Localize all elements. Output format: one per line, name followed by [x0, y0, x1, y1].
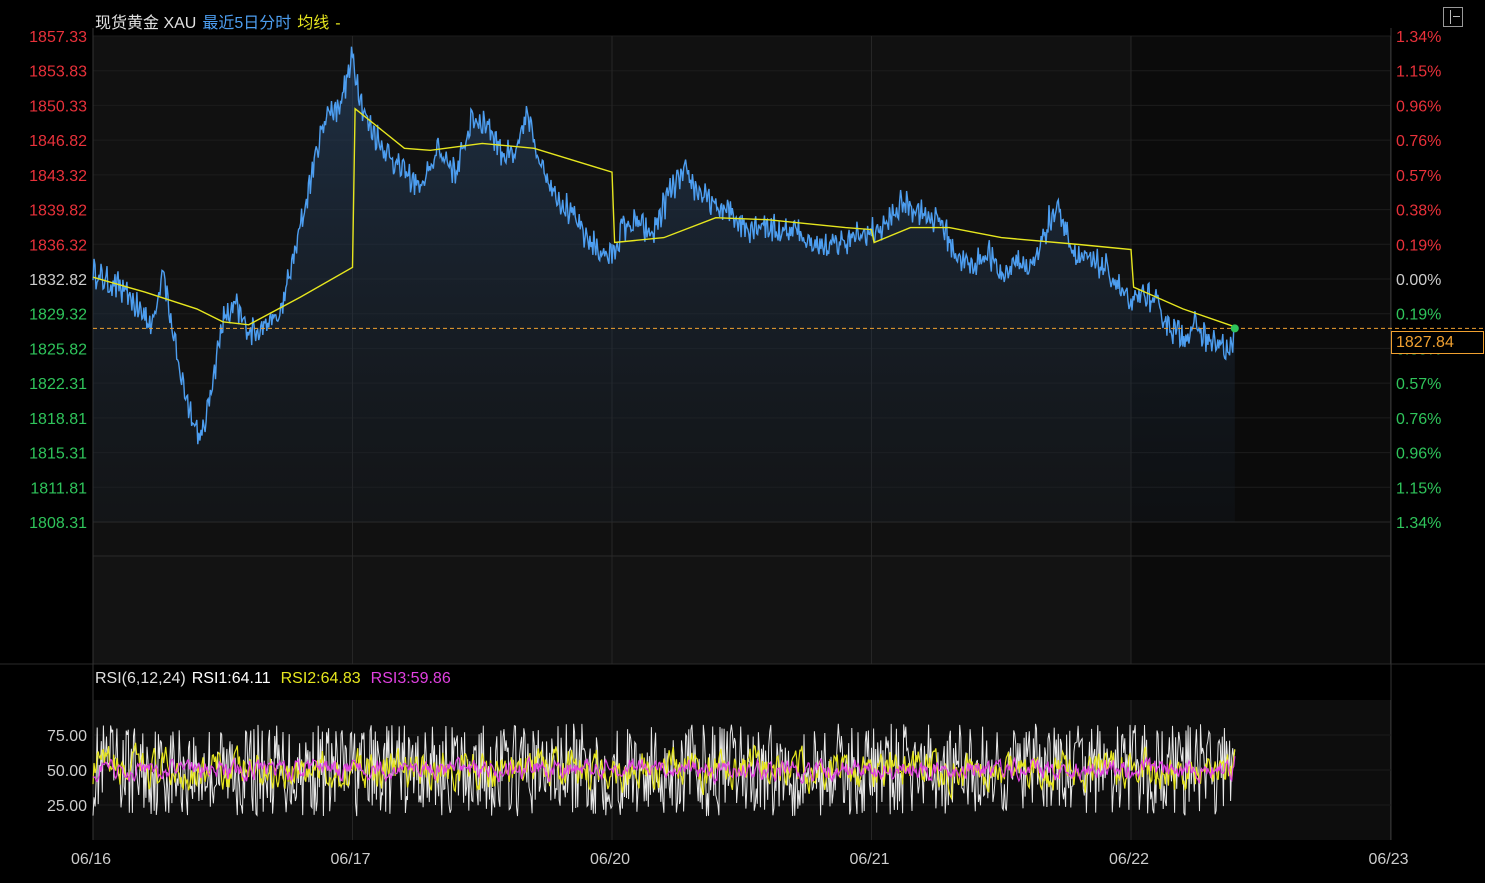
- range-label[interactable]: 最近5日分时: [202, 15, 291, 32]
- date-tick-label: 06/20: [590, 851, 630, 868]
- price-tick-label: 1822.31: [29, 376, 87, 393]
- current-price-tag: 1827.84: [1391, 331, 1484, 354]
- percent-tick-label: 0.76%: [1396, 133, 1441, 150]
- price-tick-label: 1818.81: [29, 411, 87, 428]
- percent-tick-label: 1.15%: [1396, 64, 1441, 81]
- price-tick-label: 1853.83: [29, 64, 87, 81]
- expand-panel-icon[interactable]: [1443, 7, 1463, 27]
- percent-tick-label: 0.76%: [1396, 411, 1441, 428]
- volume-current-day-shade: [1131, 556, 1391, 664]
- rsi-tick-label: 25.00: [47, 798, 87, 815]
- price-tick-label: 1811.81: [30, 480, 87, 497]
- date-tick-label: 06/21: [849, 851, 889, 868]
- date-tick-label: 06/17: [330, 851, 370, 868]
- date-tick-label: 06/16: [71, 851, 111, 868]
- ma-value: -: [335, 15, 341, 32]
- percent-tick-label: 0.96%: [1396, 446, 1441, 463]
- date-tick-label: 06/22: [1109, 851, 1149, 868]
- percent-tick-label: 0.38%: [1396, 203, 1441, 220]
- price-tick-label: 1825.82: [29, 341, 87, 358]
- price-tick-label: 1846.82: [29, 133, 87, 150]
- rsi-tick-label: 50.00: [47, 763, 87, 780]
- rsi-header: RSI(6,12,24) RSI1:64.11 RSI2:64.83 RSI3:59.…: [95, 670, 461, 688]
- price-tick-label: 1857.33: [29, 29, 87, 46]
- price-tick-label: 1808.31: [29, 515, 87, 532]
- rsi3-value: RSI3:59.86: [370, 670, 451, 687]
- rsi-params[interactable]: RSI(6,12,24): [95, 670, 186, 687]
- chart-header: 现货黄金 XAU 最近5日分时 均线 -: [95, 9, 347, 33]
- date-tick-label: 06/23: [1368, 851, 1408, 868]
- percent-tick-label: 0.57%: [1396, 376, 1441, 393]
- instrument-title: 现货黄金 XAU: [95, 15, 197, 32]
- intraday-chart[interactable]: 1857.33 1.34% 1853.83 1.15% 1850.33 0.96% 1846…: [0, 0, 1485, 878]
- percent-tick-label: 0.00%: [1396, 272, 1441, 289]
- rsi-tick-label: 75.00: [47, 728, 87, 745]
- price-tick-label: 1839.82: [29, 203, 87, 220]
- price-tick-label: 1832.82: [29, 272, 87, 289]
- percent-tick-label: 1.34%: [1396, 515, 1441, 532]
- percent-tick-label: 0.19%: [1396, 307, 1441, 324]
- price-tick-label: 1829.32: [29, 307, 87, 324]
- price-tick-label: 1843.32: [29, 168, 87, 185]
- percent-tick-label: 0.96%: [1396, 98, 1441, 115]
- price-tick-label: 1815.31: [29, 446, 87, 463]
- percent-tick-label: 1.34%: [1396, 29, 1441, 46]
- chart-stage: 1857.33 1.34% 1853.83 1.15% 1850.33 0.96% 1846…: [0, 0, 1485, 878]
- percent-tick-label: 0.19%: [1396, 237, 1441, 254]
- rsi1-value: RSI1:64.11: [191, 670, 271, 687]
- last-price-dot: [1230, 324, 1239, 333]
- ma-label: 均线: [297, 15, 330, 32]
- percent-tick-label: 0.57%: [1396, 168, 1441, 185]
- rsi2-value: RSI2:64.83: [280, 670, 361, 687]
- percent-tick-label: 1.15%: [1396, 480, 1441, 497]
- price-tick-label: 1850.33: [29, 98, 87, 115]
- price-tick-label: 1836.32: [29, 237, 87, 254]
